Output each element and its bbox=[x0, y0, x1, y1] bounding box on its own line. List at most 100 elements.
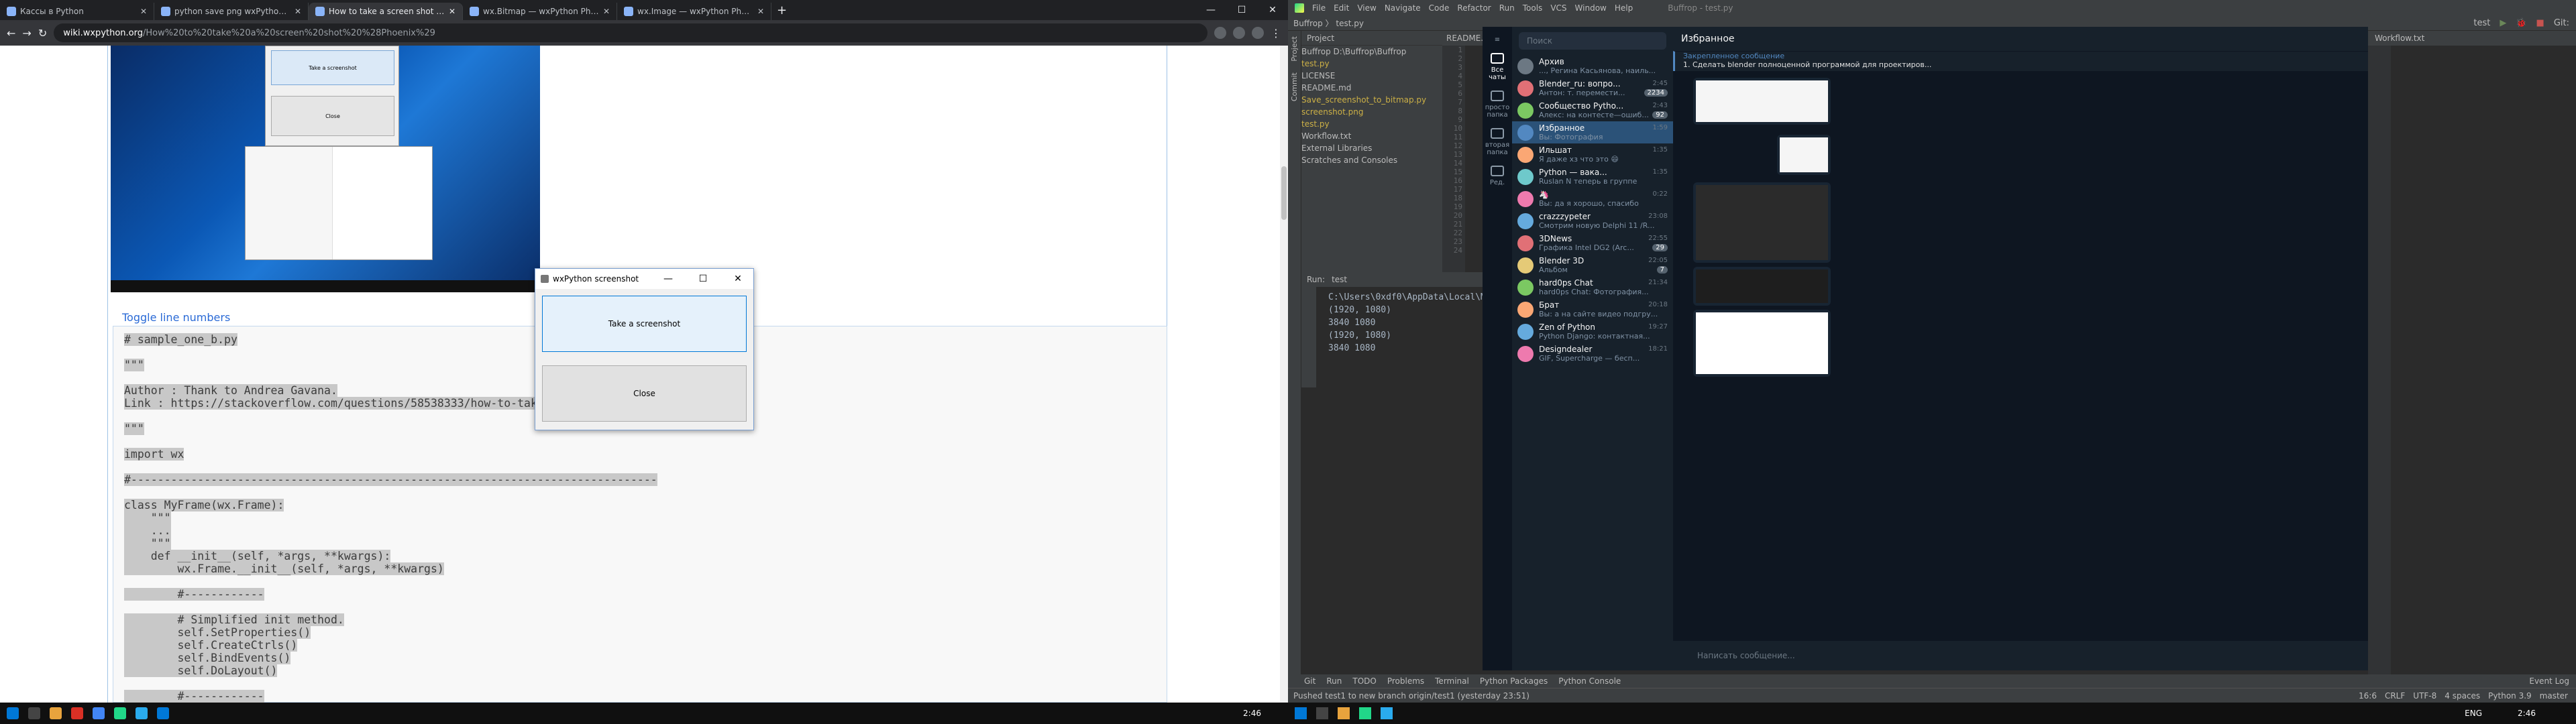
photo-message[interactable] bbox=[1693, 78, 1831, 125]
profile-icon[interactable] bbox=[1252, 27, 1264, 39]
browser-tab-active[interactable]: How to take a screen shot [Pyth... ✕ bbox=[309, 3, 463, 20]
menu-item[interactable]: VCS bbox=[1550, 3, 1566, 13]
chat-item[interactable]: 🦄 Вы: да я хорошо, спасибо 0:22 bbox=[1512, 188, 1673, 210]
vscode-icon[interactable] bbox=[157, 707, 169, 719]
address-bar[interactable]: wiki.wxpython.org/How%20to%20take%20a%20… bbox=[54, 23, 1208, 42]
tree-item[interactable]: LICENSE bbox=[1301, 70, 1442, 82]
take-screenshot-button[interactable]: Take a screenshot bbox=[542, 296, 747, 352]
run-icon[interactable]: ▶ bbox=[2500, 18, 2506, 28]
close-icon[interactable]: ✕ bbox=[757, 7, 764, 16]
chat-item[interactable]: Архив..., Регина Касьянова, наиль... bbox=[1512, 55, 1673, 77]
bottom-tab[interactable]: Git bbox=[1304, 676, 1316, 686]
menu-item[interactable]: Navigate bbox=[1385, 3, 1421, 13]
status-item[interactable]: CRLF bbox=[2385, 691, 2405, 701]
tree-item[interactable]: External Libraries bbox=[1301, 142, 1442, 154]
close-icon[interactable]: ✕ bbox=[722, 274, 753, 284]
tree-item[interactable]: Scratches and Consoles bbox=[1301, 154, 1442, 166]
opera-icon[interactable] bbox=[71, 707, 83, 719]
scrollbar[interactable] bbox=[1280, 46, 1288, 703]
commit-tool-tab[interactable]: Commit bbox=[1288, 67, 1301, 107]
close-icon[interactable]: ✕ bbox=[1257, 0, 1288, 20]
chat-item[interactable]: crazzzypeter Смотрим новую Delphi 11 /R..… bbox=[1512, 210, 1673, 232]
menu-item[interactable]: Help bbox=[1615, 3, 1633, 13]
chat-item[interactable]: Брат Вы: а на сайте видео подгру... 20:18 bbox=[1512, 298, 1673, 320]
project-tool-tab[interactable]: Project bbox=[1288, 31, 1301, 67]
extension-icon[interactable] bbox=[1214, 27, 1226, 39]
close-icon[interactable]: ✕ bbox=[294, 7, 301, 16]
explorer-icon[interactable] bbox=[1338, 707, 1350, 719]
chat-item[interactable]: Сообщество Pytho... Алекс: на контесте—ош… bbox=[1512, 99, 1673, 121]
menu-item[interactable]: Code bbox=[1429, 3, 1450, 13]
browser-tab[interactable]: python save png wxPython stac... ✕ bbox=[154, 3, 309, 20]
bottom-tab[interactable]: Python Packages bbox=[1480, 676, 1548, 686]
chat-item[interactable]: Blender_ru: вопро... Антон: т. перемести.… bbox=[1512, 77, 1673, 99]
bottom-tab[interactable]: Problems bbox=[1387, 676, 1424, 686]
search-icon[interactable] bbox=[1316, 707, 1328, 719]
explorer-icon[interactable] bbox=[50, 707, 62, 719]
run-config-select[interactable]: test bbox=[2473, 18, 2490, 28]
menu-item[interactable]: Tools bbox=[1523, 3, 1543, 13]
back-icon[interactable]: ← bbox=[7, 27, 15, 40]
new-tab-button[interactable]: + bbox=[771, 3, 792, 20]
close-icon[interactable]: ✕ bbox=[140, 7, 147, 16]
bottom-tab[interactable]: TODO bbox=[1352, 676, 1376, 686]
event-log-tab[interactable]: Event Log bbox=[2529, 676, 2569, 686]
toggle-line-numbers-link[interactable]: Toggle line numbers bbox=[122, 311, 230, 324]
chat-item[interactable]: Blender 3D Альбом 22:05 7 bbox=[1512, 254, 1673, 276]
close-icon[interactable]: ✕ bbox=[603, 7, 610, 16]
breadcrumb[interactable]: Buffrop 〉 test.py bbox=[1293, 17, 1364, 29]
start-icon[interactable] bbox=[7, 707, 19, 719]
menu-item[interactable]: Run bbox=[1499, 3, 1515, 13]
project-title[interactable]: Project bbox=[1307, 34, 1334, 43]
message-input[interactable]: Написать сообщение... bbox=[1673, 641, 2368, 670]
stop-icon[interactable]: ■ bbox=[2536, 18, 2544, 28]
folder-item[interactable]: просто папка bbox=[1483, 81, 1512, 119]
browser-tab[interactable]: Кассы в Python ✕ bbox=[0, 3, 154, 20]
tree-item[interactable]: test.py bbox=[1301, 118, 1442, 130]
chat-item[interactable]: Python — вакa... Ruslan N теперь в группе… bbox=[1512, 166, 1673, 188]
bottom-tab[interactable]: Terminal bbox=[1435, 676, 1469, 686]
close-button[interactable]: Close bbox=[542, 365, 747, 422]
search-icon[interactable] bbox=[28, 707, 40, 719]
folder-item[interactable]: вторая папка bbox=[1483, 119, 1512, 156]
telegram-icon[interactable] bbox=[136, 707, 148, 719]
status-item[interactable]: 4 spaces bbox=[2445, 691, 2480, 701]
browser-tab[interactable]: wx.Bitmap — wxPython Phoenix... ✕ bbox=[463, 3, 617, 20]
photo-message[interactable] bbox=[1693, 182, 1831, 263]
pycharm-icon[interactable] bbox=[114, 707, 126, 719]
start-icon[interactable] bbox=[1295, 707, 1307, 719]
telegram-icon[interactable] bbox=[1381, 707, 1393, 719]
tree-item[interactable]: screenshot.png bbox=[1301, 106, 1442, 118]
chat-item[interactable]: Избранное Вы: Фотография 1:59 bbox=[1512, 121, 1673, 143]
close-icon[interactable]: ✕ bbox=[449, 7, 455, 16]
git-icon[interactable]: Git: bbox=[2554, 18, 2569, 28]
bottom-tab[interactable]: Python Console bbox=[1558, 676, 1621, 686]
right-editor-tab[interactable]: Workflow.txt bbox=[2368, 31, 2576, 46]
tree-item[interactable]: Save_screenshot_to_bitmap.py bbox=[1301, 94, 1442, 106]
chat-item[interactable]: Designdealer GIF, Supercharge — бесп... 18… bbox=[1512, 343, 1673, 365]
maximize-icon[interactable]: ☐ bbox=[1226, 0, 1257, 20]
status-item[interactable]: 16:6 bbox=[2359, 691, 2377, 701]
menu-item[interactable]: Refactor bbox=[1457, 3, 1491, 13]
tree-item[interactable]: test.py bbox=[1301, 58, 1442, 70]
folder-item[interactable]: Все чаты bbox=[1483, 44, 1512, 81]
photo-message[interactable] bbox=[1777, 135, 1831, 175]
folder-item[interactable]: Ред. bbox=[1483, 156, 1512, 186]
minimize-icon[interactable]: — bbox=[1195, 0, 1226, 20]
search-input[interactable]: Поиск bbox=[1519, 32, 1666, 50]
pinned-message[interactable]: Закрепленное сообщение 1. Сделать blende… bbox=[1673, 51, 2368, 71]
chat-item[interactable]: Zen of Python Python Django: контактная..… bbox=[1512, 320, 1673, 343]
run-tab[interactable]: test bbox=[1332, 275, 1347, 284]
hamburger-icon[interactable]: ≡ bbox=[1483, 27, 1512, 44]
status-item[interactable]: UTF-8 bbox=[2413, 691, 2436, 701]
status-item[interactable]: master bbox=[2540, 691, 2568, 701]
chat-item[interactable]: Ильшат Я даже хз что это 😄 1:35 bbox=[1512, 143, 1673, 166]
photo-message[interactable] bbox=[1693, 267, 1831, 306]
scrollbar-thumb[interactable] bbox=[1281, 166, 1287, 220]
extension-icon[interactable] bbox=[1233, 27, 1245, 39]
status-item[interactable]: Python 3.9 bbox=[2488, 691, 2532, 701]
debug-icon[interactable]: 🐞 bbox=[2516, 18, 2526, 28]
language-indicator[interactable]: ENG bbox=[2465, 709, 2482, 718]
menu-item[interactable]: Window bbox=[1575, 3, 1607, 13]
chat-item[interactable]: hard0ps Chat hard0ps Chat: Фотография... 2… bbox=[1512, 276, 1673, 298]
